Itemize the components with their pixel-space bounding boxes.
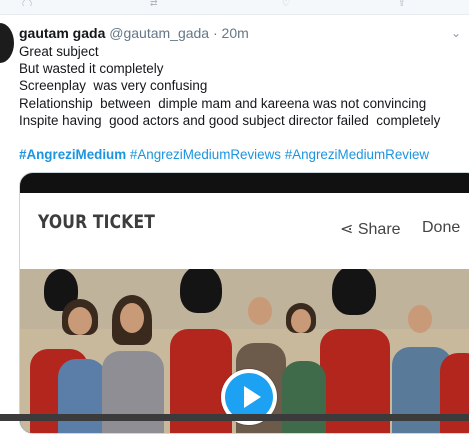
hashtag-link[interactable]: #AngreziMedium — [19, 147, 126, 162]
tweet-line: Inspite having good actors and good subj… — [19, 112, 441, 128]
avatar[interactable] — [0, 23, 14, 63]
share-icon: ⋖ — [340, 221, 354, 238]
poster-figure — [248, 297, 272, 325]
previous-tweet-actions-strip: ◯ ⇄ ♡ ⇪ — [0, 0, 469, 15]
poster-figure — [408, 305, 432, 333]
like-icon[interactable]: ♡ — [282, 0, 290, 6]
poster-figure — [332, 269, 376, 315]
bottom-edge — [0, 414, 469, 421]
poster-figure — [68, 307, 92, 335]
hashtag-row: #AngreziMedium #AngreziMediumReviews #An… — [19, 146, 429, 164]
user-handle[interactable]: @gautam_gada — [109, 25, 209, 41]
poster-figure — [440, 353, 469, 433]
media-card[interactable]: YOUR TICKET ⋖ Share Done — [19, 172, 469, 434]
tweet-line: Relationship between dimple mam and kare… — [19, 95, 427, 111]
tweet-text: Great subject But wasted it completely S… — [19, 43, 464, 129]
poster-figure — [58, 359, 106, 433]
poster-figure — [180, 269, 222, 313]
poster-figure — [102, 351, 164, 433]
hashtag-link[interactable]: #AngreziMediumReviews — [130, 147, 281, 162]
tweet-line: Screenplay was very confusing — [19, 78, 208, 94]
share-label: Share — [357, 221, 401, 238]
hashtag-link[interactable]: #AngreziMediumReview — [285, 147, 429, 162]
poster-figure — [291, 309, 311, 333]
retweet-icon[interactable]: ⇄ — [150, 0, 158, 6]
reply-icon[interactable]: ◯ — [22, 0, 32, 6]
poster-figure — [282, 361, 326, 433]
display-name[interactable]: gautam gada — [19, 25, 105, 41]
tweet-line: Great subject — [19, 44, 99, 59]
done-button[interactable]: Done — [422, 219, 460, 237]
timestamp[interactable]: 20m — [222, 25, 249, 41]
chevron-down-icon[interactable]: ⌄ — [451, 26, 467, 40]
poster-figure — [120, 303, 144, 333]
share-tweet-icon[interactable]: ⇪ — [398, 0, 406, 6]
ticket-title: YOUR TICKET — [38, 211, 156, 233]
tweet-line: But wasted it completely — [19, 61, 164, 77]
tweet-header: gautam gada @gautam_gada · 20m — [19, 24, 249, 42]
share-button[interactable]: ⋖ Share — [340, 219, 401, 239]
meta-separator: · — [209, 25, 222, 41]
